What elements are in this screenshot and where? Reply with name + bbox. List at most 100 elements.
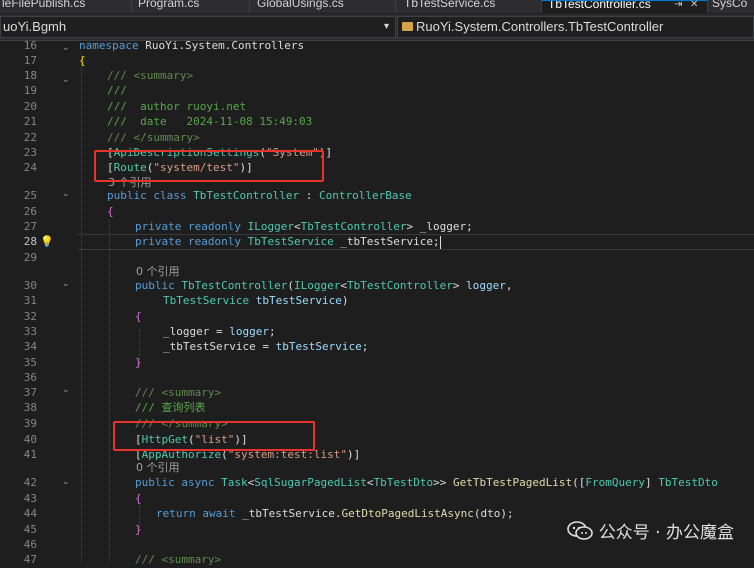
line-number: 38 xyxy=(23,401,37,414)
type-name: TbTestService xyxy=(247,235,334,248)
pin-icon[interactable]: ⇥ xyxy=(674,0,682,12)
doc-comment: /// date 2024-11-08 15:49:03 xyxy=(107,115,313,128)
code-line: 35 } xyxy=(0,355,754,371)
code-line: 25 public class TbTestController : Contr… xyxy=(0,188,754,204)
semicolon: ; xyxy=(361,340,369,353)
brace: } xyxy=(135,356,142,369)
type-name: RuoYi.System.Controllers.TbTestControlle… xyxy=(416,19,664,34)
line-number: 39 xyxy=(23,417,37,430)
codelens-references[interactable]: 0 个引用 xyxy=(136,462,180,474)
paren: ( xyxy=(287,279,294,292)
project-name: uoYi.Bgmh xyxy=(3,19,67,34)
keyword: readonly xyxy=(187,235,241,248)
keyword: private xyxy=(135,220,182,233)
tab-globalusings[interactable]: GlobalUsings.cs xyxy=(250,0,396,13)
keyword: class xyxy=(153,189,187,202)
line-number: 23 xyxy=(23,146,37,159)
doc-comment: /// 查询列表 xyxy=(135,401,206,414)
tab-program[interactable]: Program.cs xyxy=(132,0,250,13)
line-number: 18 xyxy=(23,69,37,82)
parameter: tbTestService xyxy=(275,340,362,353)
code-line: 19 /// xyxy=(0,83,754,99)
code-editor[interactable]: ⌄ ⌄ ⌄ ⌄ ⌄ ⌄ 16 namespace RuoYi.System.Co… xyxy=(0,38,754,566)
field-assign: _tbTestService = xyxy=(163,340,276,353)
keyword: readonly xyxy=(187,220,241,233)
code-line: 26 { xyxy=(0,204,754,220)
base-class: ControllerBase xyxy=(318,189,412,202)
line-number: 43 xyxy=(23,492,37,505)
type-name: TbTestController xyxy=(300,220,407,233)
code-line: 31 TbTestService tbTestService) xyxy=(0,293,754,309)
constructor-name: TbTestController xyxy=(181,279,288,292)
parameter: logger xyxy=(229,325,269,338)
tab-tbtestcontroller[interactable]: TbTestController.cs xyxy=(542,0,708,13)
tab-sysco[interactable]: SysCo xyxy=(708,0,754,13)
watermark-text: 公众号 · 办公魔盒 xyxy=(598,523,734,543)
attribute-name: FromQuery xyxy=(585,476,646,489)
angle: > xyxy=(452,279,467,292)
line-number: 33 xyxy=(23,325,37,338)
line-number: 28 xyxy=(23,235,37,248)
tab-label: Program.cs xyxy=(138,0,200,10)
brace: { xyxy=(135,310,142,323)
line-number: 45 xyxy=(23,523,37,536)
navigation-bar: uoYi.Bgmh ▾ RuoYi.System.Controllers.TbT… xyxy=(0,14,754,41)
tab-bar: leFilePublish.cs Program.cs GlobalUsings… xyxy=(0,0,754,13)
type-name: Task xyxy=(221,476,248,489)
code-line: 27 private readonly ILogger<TbTestContro… xyxy=(0,219,754,235)
code-line: 29 xyxy=(0,250,754,266)
brace: } xyxy=(135,523,142,536)
code-line: 22 /// </summary> xyxy=(0,130,754,146)
close-icon[interactable]: ✕ xyxy=(690,0,698,12)
doc-comment: /// <summary> xyxy=(135,553,222,566)
method-name: GetTbTestPagedList xyxy=(452,476,573,489)
class-icon xyxy=(402,22,413,31)
line-number: 26 xyxy=(23,205,37,218)
field-access: _tbTestService. xyxy=(235,507,342,520)
field-name: > _logger; xyxy=(406,220,473,233)
keyword: public xyxy=(135,279,175,292)
httpget-highlight-box xyxy=(113,421,315,451)
project-dropdown[interactable]: uoYi.Bgmh ▾ xyxy=(0,16,396,38)
lightbulb-icon[interactable]: 💡 xyxy=(40,234,54,250)
parameter: logger xyxy=(466,279,506,292)
line-number: 37 xyxy=(23,386,37,399)
keyword: namespace xyxy=(79,39,139,52)
doc-comment: /// </summary> xyxy=(107,131,200,144)
line-number: 32 xyxy=(23,310,37,323)
codelens-references[interactable]: 0 个引用 xyxy=(136,266,180,278)
paren: ([ xyxy=(572,476,586,489)
colon: : xyxy=(299,189,319,202)
doc-comment: /// <summary> xyxy=(107,69,194,82)
line-number: 22 xyxy=(23,131,37,144)
line-number: 35 xyxy=(23,356,37,369)
paren: ) xyxy=(341,294,349,307)
code-line: 42 public async Task<SqlSugarPagedList<T… xyxy=(0,475,754,491)
text-cursor xyxy=(439,235,441,249)
line-number: 24 xyxy=(23,161,37,174)
tab-label: SysCo xyxy=(712,0,748,10)
tab-tbtestservice[interactable]: TbTestService.cs xyxy=(396,0,542,13)
line-number: 41 xyxy=(23,448,37,461)
code-line: 47 /// <summary> xyxy=(0,552,754,568)
code-line: 33 _logger = logger; xyxy=(0,324,754,340)
brace: { xyxy=(135,492,142,505)
tab-filepublish[interactable]: leFilePublish.cs xyxy=(0,0,132,13)
bracket: ] xyxy=(645,476,659,489)
line-number: 31 xyxy=(23,294,37,307)
code-line: 16 namespace RuoYi.System.Controllers xyxy=(0,38,754,54)
code-line: 43 { xyxy=(0,491,754,507)
keyword: public xyxy=(107,189,147,202)
type-dropdown[interactable]: RuoYi.System.Controllers.TbTestControlle… xyxy=(397,16,754,38)
line-number: 17 xyxy=(23,54,37,67)
keyword: return xyxy=(156,507,196,520)
type-name: TbTestDto xyxy=(373,476,434,489)
wechat-icon xyxy=(566,520,593,541)
type-name: TbTestDto xyxy=(658,476,718,489)
line-number: 44 xyxy=(23,507,37,520)
code-line: 38 /// 查询列表 xyxy=(0,400,754,416)
doc-comment: /// xyxy=(107,84,127,97)
tab-label: TbTestService.cs xyxy=(404,0,496,10)
